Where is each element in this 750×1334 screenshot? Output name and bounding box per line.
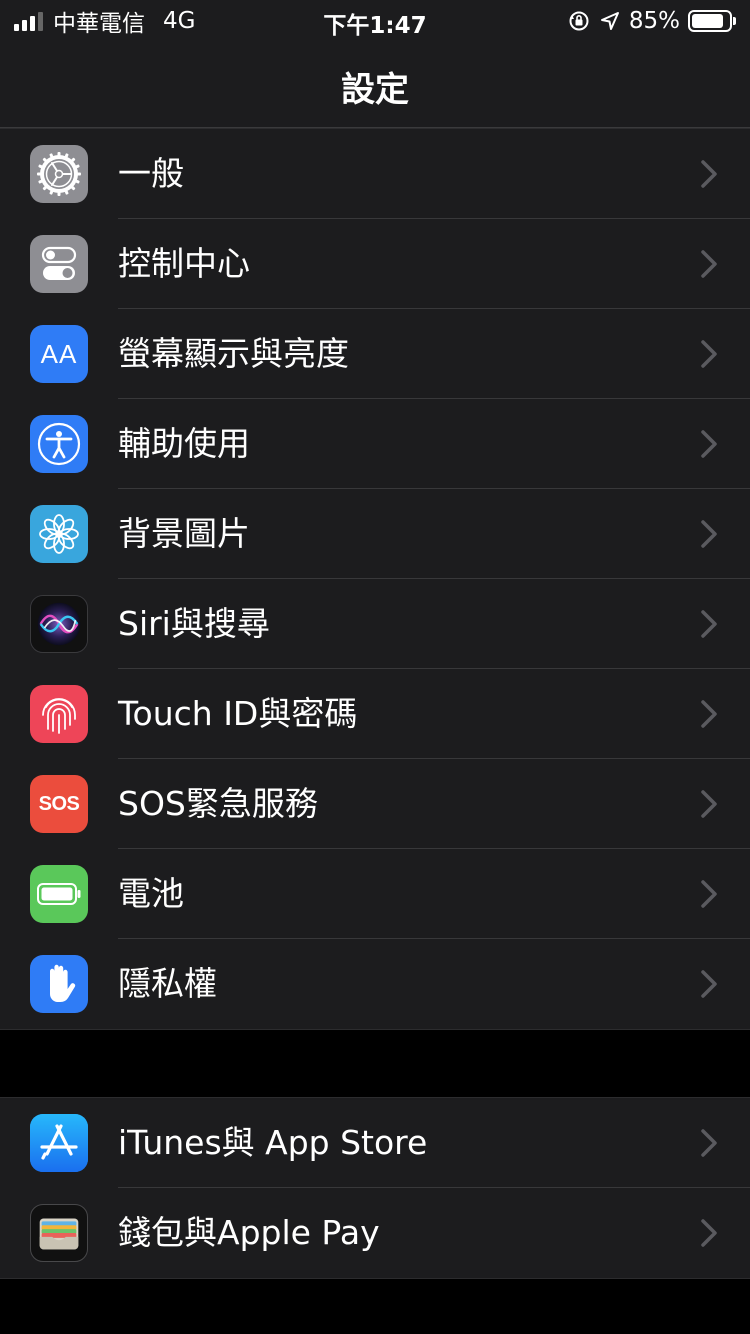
settings-row-label: 隱私權 bbox=[118, 964, 217, 1003]
app-store-icon bbox=[30, 1114, 88, 1172]
fingerprint-icon bbox=[30, 685, 88, 743]
settings-row-wallpaper[interactable]: 背景圖片 bbox=[0, 489, 750, 579]
page-title: 設定 bbox=[341, 70, 409, 110]
navigation-bar: 設定 bbox=[0, 40, 750, 128]
wallet-icon bbox=[30, 1204, 88, 1262]
settings-row-label: SOS緊急服務 bbox=[118, 784, 318, 823]
siri-icon bbox=[30, 595, 88, 653]
settings-row-general[interactable]: 一般 bbox=[0, 129, 750, 219]
settings-row-control-center[interactable]: 控制中心 bbox=[0, 219, 750, 309]
settings-row-display-brightness[interactable]: AA 螢幕顯示與亮度 bbox=[0, 309, 750, 399]
gear-icon bbox=[30, 145, 88, 203]
settings-row-emergency-sos[interactable]: SOS SOS緊急服務 bbox=[0, 759, 750, 849]
accessibility-icon bbox=[30, 415, 88, 473]
settings-row-label: iTunes與 App Store bbox=[118, 1123, 428, 1162]
settings-row-label: 背景圖片 bbox=[118, 514, 250, 553]
battery-fill bbox=[692, 14, 723, 28]
battery-percentage: 85% bbox=[628, 8, 680, 34]
settings-row-label: 一般 bbox=[118, 154, 184, 193]
settings-row-label: 螢幕顯示與亮度 bbox=[118, 334, 349, 373]
settings-row-touch-id-passcode[interactable]: Touch ID與密碼 bbox=[0, 669, 750, 759]
chevron-right-icon bbox=[701, 250, 717, 278]
settings-row-siri-search[interactable]: Siri與搜尋 bbox=[0, 579, 750, 669]
status-bar: 中華電信 4G 下午1:47 85% bbox=[0, 0, 750, 40]
settings-row-label: 錢包與Apple Pay bbox=[118, 1213, 380, 1252]
battery-icon bbox=[30, 865, 88, 923]
chevron-right-icon bbox=[701, 610, 717, 638]
chevron-right-icon bbox=[701, 790, 717, 818]
settings-row-accessibility[interactable]: 輔助使用 bbox=[0, 399, 750, 489]
chevron-right-icon bbox=[701, 160, 717, 188]
settings-group-main: 一般 控制中心 AA 螢幕顯示與亮度 輔助使用 背景圖片 Siri與搜尋 Tou… bbox=[0, 128, 750, 1030]
settings-row-wallet-apple-pay[interactable]: 錢包與Apple Pay bbox=[0, 1188, 750, 1278]
settings-row-battery[interactable]: 電池 bbox=[0, 849, 750, 939]
chevron-right-icon bbox=[701, 430, 717, 458]
battery-status-icon bbox=[688, 10, 736, 32]
settings-group-store-wallet: iTunes與 App Store 錢包與Apple Pay bbox=[0, 1097, 750, 1279]
orientation-lock-icon bbox=[569, 11, 589, 31]
chevron-right-icon bbox=[701, 1129, 717, 1157]
settings-row-itunes-app-store[interactable]: iTunes與 App Store bbox=[0, 1098, 750, 1188]
settings-row-privacy[interactable]: 隱私權 bbox=[0, 939, 750, 1029]
chevron-right-icon bbox=[701, 700, 717, 728]
sos-icon-text: SOS bbox=[38, 792, 80, 815]
toggles-icon bbox=[30, 235, 88, 293]
location-arrow-icon bbox=[600, 12, 619, 30]
settings-row-label: Siri與搜尋 bbox=[118, 604, 270, 643]
chevron-right-icon bbox=[701, 970, 717, 998]
text-size-icon-letters: AA bbox=[40, 338, 78, 369]
settings-row-label: 電池 bbox=[118, 874, 184, 913]
chevron-right-icon bbox=[701, 880, 717, 908]
settings-row-label: Touch ID與密碼 bbox=[118, 694, 358, 733]
chevron-right-icon bbox=[701, 1219, 717, 1247]
flower-icon bbox=[30, 505, 88, 563]
status-right: 85% bbox=[567, 6, 736, 36]
chevron-right-icon bbox=[701, 520, 717, 548]
hand-icon bbox=[30, 955, 88, 1013]
sos-icon: SOS bbox=[30, 775, 88, 833]
chevron-right-icon bbox=[701, 340, 717, 368]
settings-row-label: 控制中心 bbox=[118, 244, 250, 283]
settings-row-label: 輔助使用 bbox=[118, 424, 250, 463]
text-size-icon: AA bbox=[30, 325, 88, 383]
